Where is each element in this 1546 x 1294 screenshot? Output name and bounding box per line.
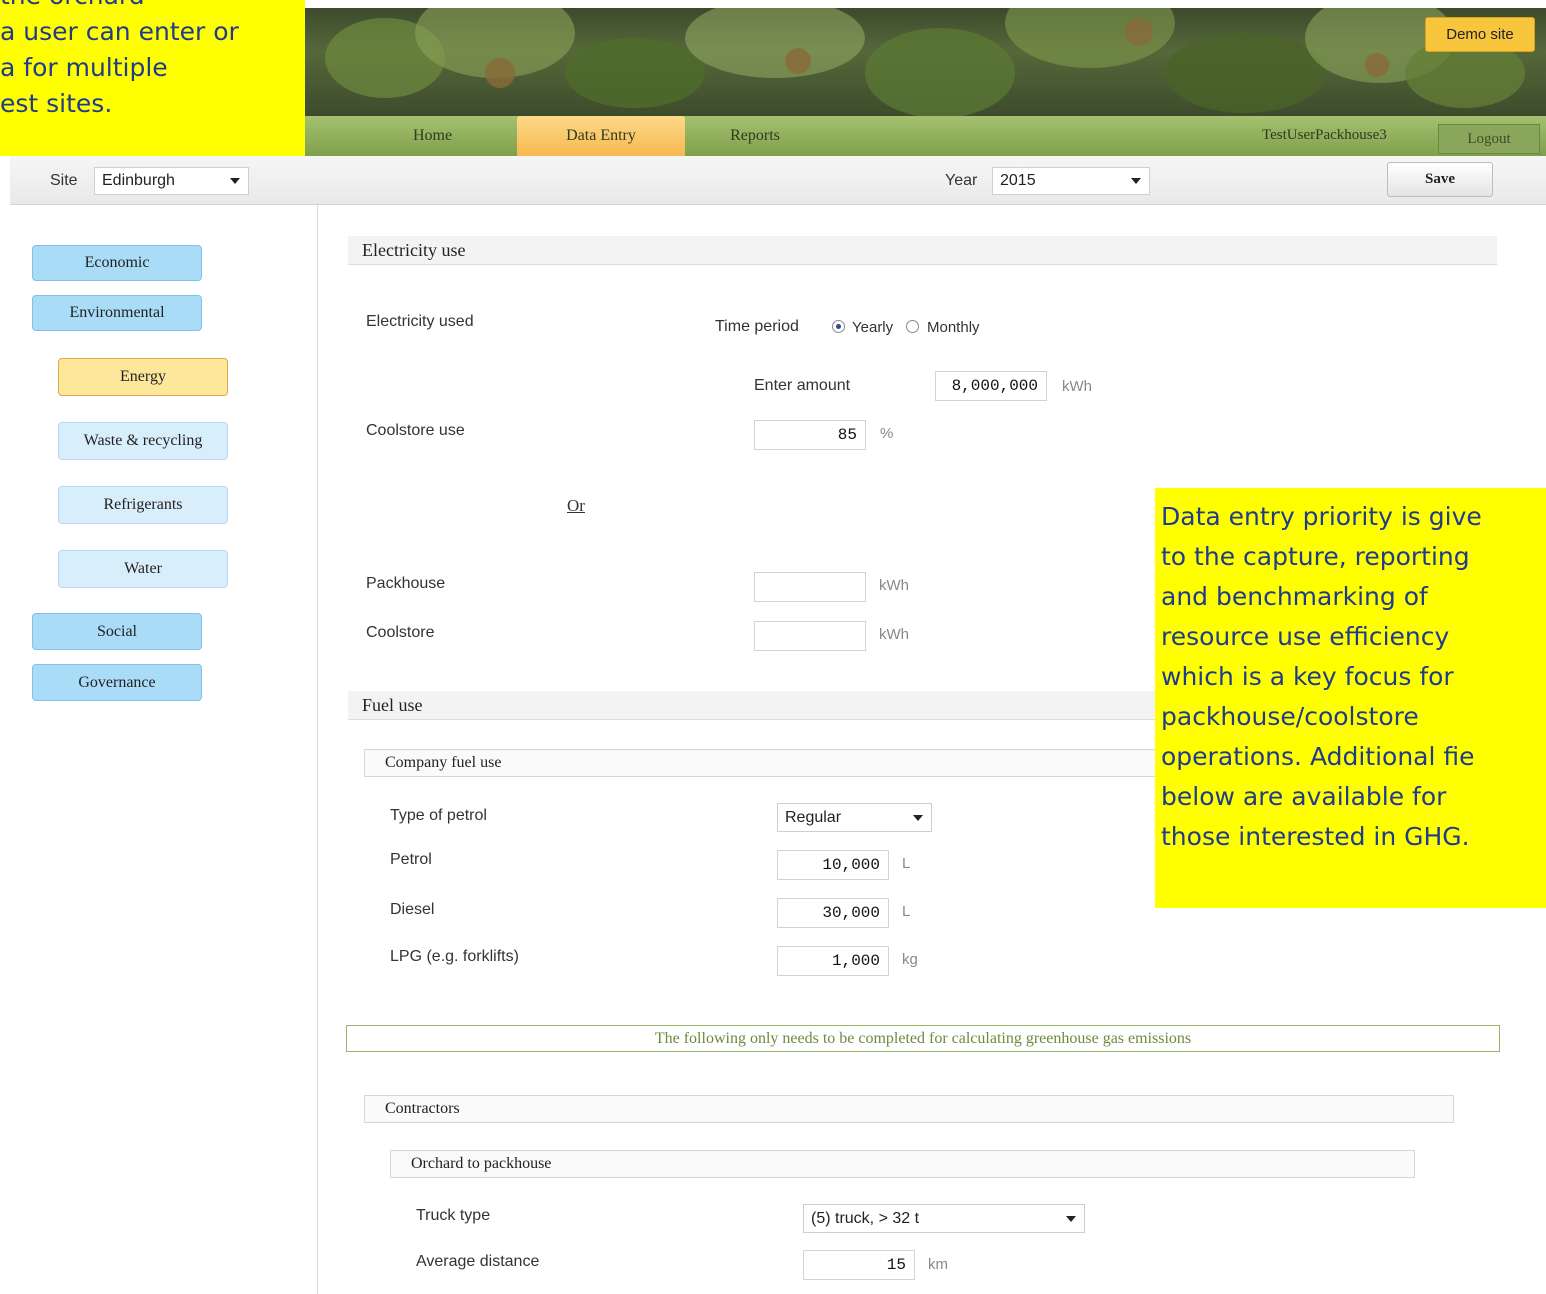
time-period-label: Time period (715, 318, 799, 335)
petrol-unit: L (902, 855, 911, 872)
year-select[interactable]: 2015 (992, 167, 1150, 195)
callout-right: Data entry priority is give to the captu… (1155, 488, 1546, 908)
section-electricity-title: Electricity use (348, 236, 1497, 265)
callout-right-line: below are available for (1161, 782, 1447, 811)
coolstore-use-input[interactable]: 85 (754, 420, 866, 450)
callout-right-line: those interested in GHG. (1161, 822, 1470, 851)
ghg-note-banner: The following only needs to be completed… (346, 1025, 1500, 1052)
sidebar-item-social[interactable]: Social (32, 613, 202, 650)
radio-yearly-label: Yearly (852, 319, 894, 336)
electricity-amount-input[interactable]: 8,000,000 (935, 371, 1047, 401)
diesel-unit: L (902, 903, 911, 920)
diesel-label: Diesel (390, 901, 435, 918)
packhouse-input[interactable] (754, 572, 866, 602)
callout-top-left-line: est sites. (0, 89, 113, 118)
lpg-unit: kg (902, 951, 918, 968)
callout-right-line: to the capture, reporting (1161, 542, 1470, 571)
radio-yearly[interactable] (832, 320, 845, 333)
coolstore-use-unit: % (880, 425, 894, 442)
callout-right-line: operations. Additional fie (1161, 742, 1475, 771)
packhouse-unit: kWh (879, 577, 909, 594)
enter-amount-label: Enter amount (754, 377, 851, 394)
coolstore-label: Coolstore (366, 624, 435, 641)
callout-right-line: resource use efficiency (1161, 622, 1450, 651)
demo-site-badge[interactable]: Demo site (1425, 17, 1535, 52)
packhouse-label: Packhouse (366, 575, 446, 592)
petrol-input[interactable]: 10,000 (777, 850, 889, 880)
petrol-type-value: Regular (785, 808, 842, 826)
sidebar-item-governance[interactable]: Governance (32, 664, 202, 701)
callout-top-left-line: a user can enter or (0, 17, 239, 46)
callout-top-left-line: a for multiple (0, 53, 168, 82)
petrol-type-select[interactable]: Regular (777, 803, 932, 832)
coolstore-use-label: Coolstore use (366, 422, 465, 439)
lpg-label: LPG (e.g. forklifts) (390, 948, 519, 965)
chevron-down-icon (230, 178, 240, 184)
site-label: Site (50, 172, 78, 189)
radio-monthly[interactable] (906, 320, 919, 333)
nav-data-entry[interactable]: Data Entry (517, 116, 685, 156)
truck-type-label: Truck type (416, 1207, 491, 1224)
petrol-label: Petrol (390, 851, 432, 868)
electricity-amount-unit: kWh (1062, 378, 1092, 395)
radio-monthly-label: Monthly (927, 319, 980, 336)
callout-right-line: packhouse/coolstore (1161, 702, 1419, 731)
callout-right-line: Data entry priority is give (1161, 502, 1482, 531)
contractors-title: Contractors (364, 1095, 1454, 1123)
site-select-value: Edinburgh (102, 172, 175, 189)
sidebar-item-energy[interactable]: Energy (58, 358, 228, 396)
sidebar-item-refrigerants[interactable]: Refrigerants (58, 486, 228, 524)
year-select-value: 2015 (1000, 172, 1036, 189)
logout-button[interactable]: Logout (1438, 124, 1540, 154)
chevron-down-icon (1066, 1215, 1076, 1222)
or-label: Or (567, 496, 585, 515)
petrol-type-label: Type of petrol (390, 807, 487, 824)
chevron-down-icon (913, 814, 923, 821)
coolstore-input[interactable] (754, 621, 866, 651)
orchard-to-packhouse-title: Orchard to packhouse (390, 1150, 1415, 1178)
truck-type-value: (5) truck, > 32 t (811, 1209, 920, 1227)
sidebar-item-environmental[interactable]: Environmental (32, 295, 202, 331)
site-select[interactable]: Edinburgh (94, 167, 249, 195)
average-distance-unit: km (928, 1256, 948, 1273)
average-distance-input[interactable]: 15 (803, 1250, 915, 1280)
average-distance-label: Average distance (416, 1253, 540, 1270)
callout-top-left: the orchard a user can enter or a for mu… (0, 0, 305, 156)
sidebar-item-economic[interactable]: Economic (32, 245, 202, 281)
callout-right-line: and benchmarking of (1161, 582, 1428, 611)
lpg-input[interactable]: 1,000 (777, 946, 889, 976)
year-label: Year (945, 172, 978, 189)
electricity-used-label: Electricity used (366, 313, 474, 330)
current-user: TestUserPackhouse3 (1262, 127, 1387, 143)
chevron-down-icon (1131, 178, 1141, 184)
sidebar-divider (317, 205, 318, 1294)
sidebar-item-waste[interactable]: Waste & recycling (58, 422, 228, 460)
coolstore-unit: kWh (879, 626, 909, 643)
callout-right-line: which is a key focus for (1161, 662, 1454, 691)
nav-home[interactable]: Home (345, 116, 520, 156)
truck-type-select[interactable]: (5) truck, > 32 t (803, 1204, 1085, 1233)
callout-top-left-line: the orchard (0, 0, 145, 14)
nav-reports[interactable]: Reports (685, 116, 825, 156)
header-banner-image (305, 8, 1546, 116)
sidebar-item-water[interactable]: Water (58, 550, 228, 588)
diesel-input[interactable]: 30,000 (777, 898, 889, 928)
save-button[interactable]: Save (1387, 162, 1493, 197)
